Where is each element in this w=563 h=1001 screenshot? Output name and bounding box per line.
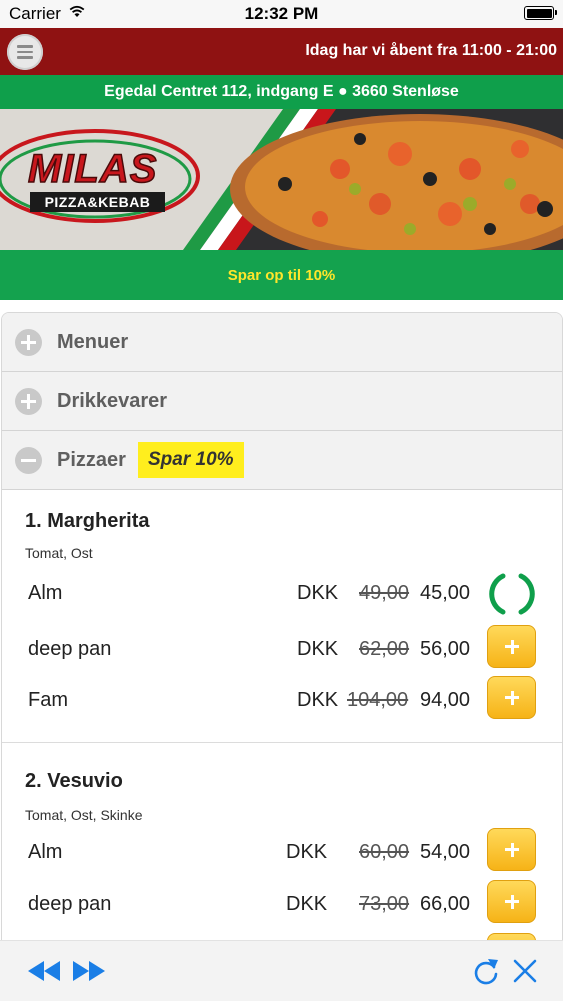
size-label: Fam	[28, 689, 68, 711]
old-price: 60,00	[359, 841, 410, 863]
price-row: deep pan DKK 62,00 56,00	[2, 625, 562, 674]
new-price: 66,00	[420, 893, 471, 915]
currency-label: DKK	[297, 582, 339, 604]
add-to-cart-button[interactable]	[487, 880, 536, 923]
new-price: 54,00	[420, 841, 471, 863]
price-row: Fam DKK 104,00 94,00	[2, 676, 562, 725]
banner-image: MILAS PIZZA&KEBAB	[0, 109, 563, 250]
new-price: 94,00	[420, 689, 471, 711]
category-menuer[interactable]: Menuer	[2, 313, 562, 372]
category-label: Menuer	[57, 331, 129, 353]
logo-text: MILAS	[27, 146, 158, 192]
item-description: Tomat, Ost	[25, 545, 93, 561]
refresh-icon[interactable]	[472, 956, 500, 991]
price-row: Alm DKK 60,00 54,00	[2, 828, 562, 877]
new-price: 56,00	[420, 638, 471, 660]
app-header: Idag har vi åbent fra 11:00 - 21:00	[0, 28, 563, 75]
category-pizzaer[interactable]: Pizzaer Spar 10%	[2, 431, 562, 490]
old-price: 73,00	[359, 893, 410, 915]
price-row: Alm DKK 49,00 45,00	[2, 570, 562, 618]
item-title: 1. Margherita	[25, 510, 150, 532]
size-label: deep pan	[28, 638, 112, 660]
add-to-cart-button[interactable]	[487, 828, 536, 871]
discount-badge: Spar 10%	[138, 442, 244, 478]
category-label: Pizzaer	[57, 449, 126, 471]
size-label: deep pan	[28, 893, 112, 915]
menu-item-vesuvio: 2. Vesuvio Tomat, Ost, Skinke Alm DKK 60…	[2, 743, 562, 953]
old-price: 62,00	[359, 638, 410, 660]
item-description: Tomat, Ost, Skinke	[25, 807, 143, 823]
hamburger-icon	[17, 45, 33, 48]
price-row: deep pan DKK 73,00 66,00	[2, 880, 562, 929]
battery-icon	[524, 6, 557, 20]
item-title: 2. Vesuvio	[25, 770, 123, 792]
category-drikkevarer[interactable]: Drikkevarer	[2, 372, 562, 431]
add-to-cart-button[interactable]	[487, 625, 536, 668]
category-label: Drikkevarer	[57, 390, 168, 412]
status-bar: Carrier 12:32 PM	[0, 0, 563, 28]
logo-subtext: PIZZA&KEBAB	[30, 192, 165, 212]
currency-label: DKK	[286, 841, 328, 863]
collapse-minus-icon	[15, 447, 42, 474]
currency-label: DKK	[297, 689, 339, 711]
opening-hours: Idag har vi åbent fra 11:00 - 21:00	[305, 42, 557, 59]
add-to-cart-button[interactable]	[487, 676, 536, 719]
expand-plus-icon	[15, 388, 42, 415]
rewind-icon[interactable]	[27, 960, 61, 987]
bottom-toolbar	[0, 940, 563, 1001]
fast-forward-icon[interactable]	[72, 960, 106, 987]
old-price: 104,00	[347, 689, 409, 711]
loading-spinner-icon	[486, 571, 538, 623]
size-label: Alm	[28, 582, 63, 604]
menu-item-margherita: 1. Margherita Tomat, Ost Alm DKK 49,00 4…	[2, 489, 562, 742]
old-price: 49,00	[359, 582, 410, 604]
promo-bar: Spar op til 10%	[0, 250, 563, 300]
expand-plus-icon	[15, 329, 42, 356]
close-icon[interactable]	[512, 958, 538, 989]
menu-button[interactable]	[7, 34, 43, 70]
clock-label: 12:32 PM	[244, 4, 319, 23]
currency-label: DKK	[286, 893, 328, 915]
currency-label: DKK	[297, 638, 339, 660]
size-label: Alm	[28, 841, 63, 863]
address-bar: Egedal Centret 112, indgang E ● 3660 Ste…	[0, 75, 563, 109]
menu-accordion: Menuer Drikkevarer Pizzaer Spar 10% 1. M…	[1, 312, 563, 954]
new-price: 45,00	[420, 582, 471, 604]
